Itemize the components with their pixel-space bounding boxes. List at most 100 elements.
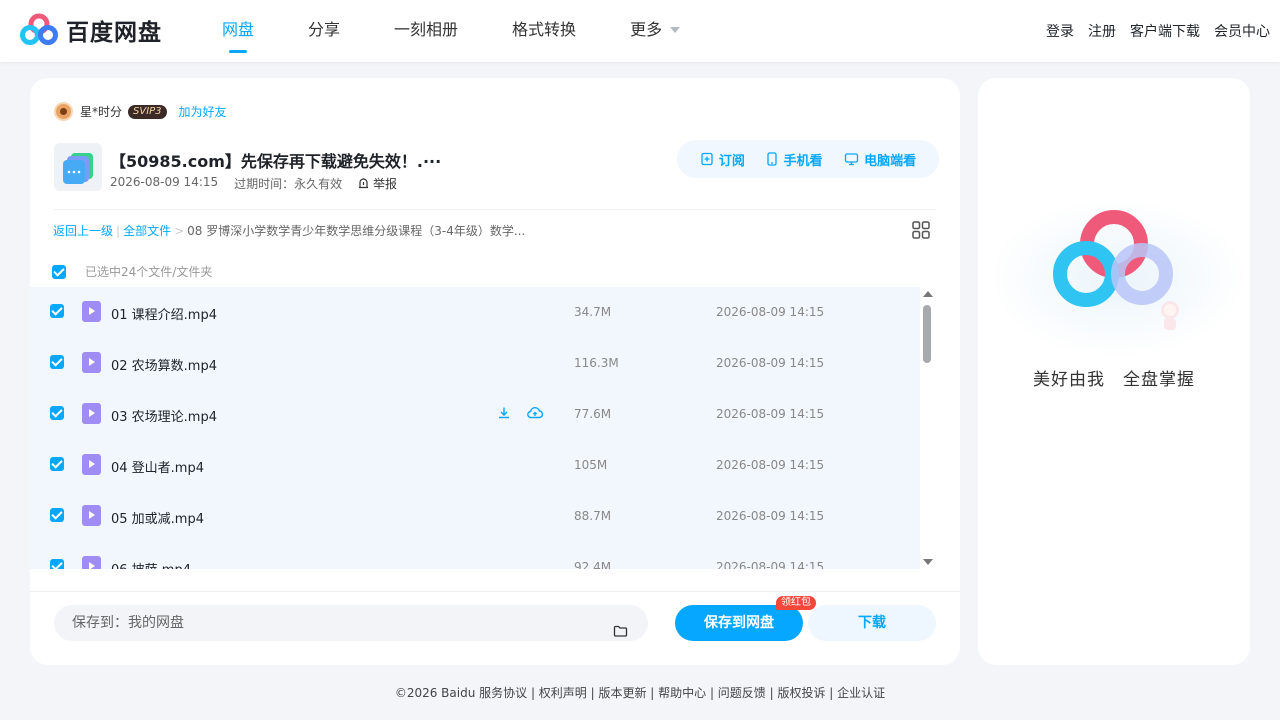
promo-side-card: 美好由我 全盘掌握 [978,78,1250,665]
scroll-up-arrow-icon[interactable] [923,291,933,297]
file-row[interactable]: 02 农场算数.mp4 116.3M 2026-08-09 14:15 [30,338,920,389]
baidu-netdisk-logo-icon [20,13,58,45]
breadcrumb-separator: | [116,224,121,238]
sharer-name[interactable]: 星*时分 [80,103,122,120]
subscribe-label: 订阅 [718,153,745,169]
video-file-icon [82,454,101,475]
share-expiry: 过期时间：永久有效 [234,177,343,191]
nav-tab-album[interactable]: 一刻相册 [394,0,458,62]
scroll-down-arrow-icon[interactable] [923,559,933,565]
breadcrumb-all-files[interactable]: 全部文件 [123,224,171,238]
chevron-down-icon [670,27,681,33]
sharer-info: 星*时分 SVIP3 加为好友 [54,102,227,121]
file-size: 34.7M [574,305,612,319]
view-action-pills: 订阅 手机看 电脑端看 [677,140,939,178]
save-to-netdisk-button[interactable]: 保存到网盘 [675,605,803,641]
watch-on-phone-label: 手机看 [783,153,823,169]
file-checkbox[interactable] [50,508,64,522]
avatar[interactable] [54,102,73,121]
file-date: 2026-08-09 14:15 [716,305,825,319]
file-name[interactable]: 03 农场理论.mp4 [111,406,217,425]
file-checkbox[interactable] [50,406,64,420]
share-main-card: 星*时分 SVIP3 加为好友 【50985.com】先保存再下载避免失效！.·… [30,78,960,665]
nav-tab-format-convert[interactable]: 格式转换 [512,0,576,62]
brand-logo[interactable]: 百度网盘 [20,13,162,47]
breadcrumb-back[interactable]: 返回上一级 [53,224,113,238]
file-size: 92.4M [574,560,612,569]
main-nav: 网盘 分享 一刻相册 格式转换 更多 [222,0,734,62]
video-file-icon [82,403,101,424]
video-file-icon [82,505,101,526]
save-to-cloud-icon[interactable] [527,405,544,424]
file-name[interactable]: 06 披萨.mp4 [111,559,191,569]
file-row[interactable]: 05 加或减.mp4 88.7M 2026-08-09 14:15 [30,491,920,542]
breadcrumb-arrow: > [174,224,185,238]
download-icon[interactable] [497,405,511,424]
add-friend-button[interactable]: 加为好友 [179,103,227,120]
file-name[interactable]: 05 加或减.mp4 [111,508,204,527]
file-name[interactable]: 02 农场算数.mp4 [111,355,217,374]
file-name[interactable]: 01 课程介绍.mp4 [111,304,217,323]
folder-icon[interactable] [613,616,628,652]
phone-icon [767,152,778,166]
nav-tab-netdisk[interactable]: 网盘 [222,0,254,62]
select-all-row: 已选中24个文件/文件夹 [52,263,212,280]
register-link[interactable]: 注册 [1088,21,1116,41]
grid-view-toggle[interactable] [912,221,930,243]
file-date: 2026-08-09 14:15 [716,356,825,370]
watch-on-pc-label: 电脑端看 [864,153,917,169]
select-all-checkbox[interactable] [52,264,66,279]
red-packet-badge[interactable]: 领红包 [776,596,816,610]
file-date: 2026-08-09 14:15 [716,560,825,569]
download-button[interactable]: 下载 [808,605,936,641]
nav-more-label: 更多 [630,20,663,39]
row-actions [497,405,559,424]
file-size: 77.6M [574,407,612,421]
monitor-icon [844,153,859,166]
subscribe-button[interactable]: 订阅 [700,150,745,169]
file-name[interactable]: 04 登山者.mp4 [111,457,204,476]
report-button[interactable]: 举报 [358,175,413,192]
file-checkbox[interactable] [50,559,64,569]
file-row[interactable]: 04 登山者.mp4 105M 2026-08-09 14:15 [30,440,920,491]
login-link[interactable]: 登录 [1046,21,1074,41]
video-file-icon [82,352,101,373]
breadcrumb-current: 08 罗博深小学数学青少年数学思维分级课程（3-4年级）数学... [187,224,526,238]
file-row[interactable]: 03 农场理论.mp4 77.6M 2026-08-09 14:15 [30,389,920,440]
nav-tab-more[interactable]: 更多 [630,0,681,62]
file-size: 88.7M [574,509,612,523]
share-date: 2026-08-09 14:15 [110,175,219,189]
promo-slogan: 美好由我 全盘掌握 [1033,370,1195,390]
top-nav-bar: 百度网盘 网盘 分享 一刻相册 格式转换 更多 登录 注册 客户端下载 会员中心 [0,0,1280,62]
svip-badge: SVIP3 [128,104,167,119]
file-checkbox[interactable] [50,304,64,318]
share-meta: 2026-08-09 14:15 过期时间：永久有效 举报 [110,175,429,192]
video-file-icon [82,556,101,569]
nav-tab-share[interactable]: 分享 [308,0,340,62]
netdisk-mascot-illustration [1053,210,1179,330]
video-file-icon [82,301,101,322]
file-row[interactable]: 01 课程介绍.mp4 34.7M 2026-08-09 14:15 [30,287,920,338]
report-label: 举报 [372,177,397,191]
file-date: 2026-08-09 14:15 [716,407,825,421]
header-divider [54,209,936,210]
page-footer: ©2026 Baidu 服务协议 | 权利声明 | 版本更新 | 帮助中心 | … [394,686,886,700]
brand-name: 百度网盘 [66,20,162,46]
scrollbar-thumb[interactable] [923,305,931,363]
report-icon [359,178,369,189]
file-size: 105M [574,458,608,472]
watch-on-pc-button[interactable]: 电脑端看 [844,150,916,169]
file-row[interactable]: 06 披萨.mp4 92.4M 2026-08-09 14:15 [30,542,920,569]
member-center-link[interactable]: 会员中心 [1214,21,1270,41]
save-location-field[interactable]: 保存到：我的网盘 [54,605,648,641]
file-checkbox[interactable] [50,457,64,471]
file-checkbox[interactable] [50,355,64,369]
footer-divider [30,591,960,592]
file-list-scrollbar[interactable] [920,287,935,569]
file-date: 2026-08-09 14:15 [716,509,825,523]
top-right-links: 登录 注册 客户端下载 会员中心 [1032,0,1270,62]
share-folder-icon [54,143,102,191]
client-download-link[interactable]: 客户端下载 [1130,21,1200,41]
file-date: 2026-08-09 14:15 [716,458,825,472]
watch-on-phone-button[interactable]: 手机看 [766,150,822,169]
